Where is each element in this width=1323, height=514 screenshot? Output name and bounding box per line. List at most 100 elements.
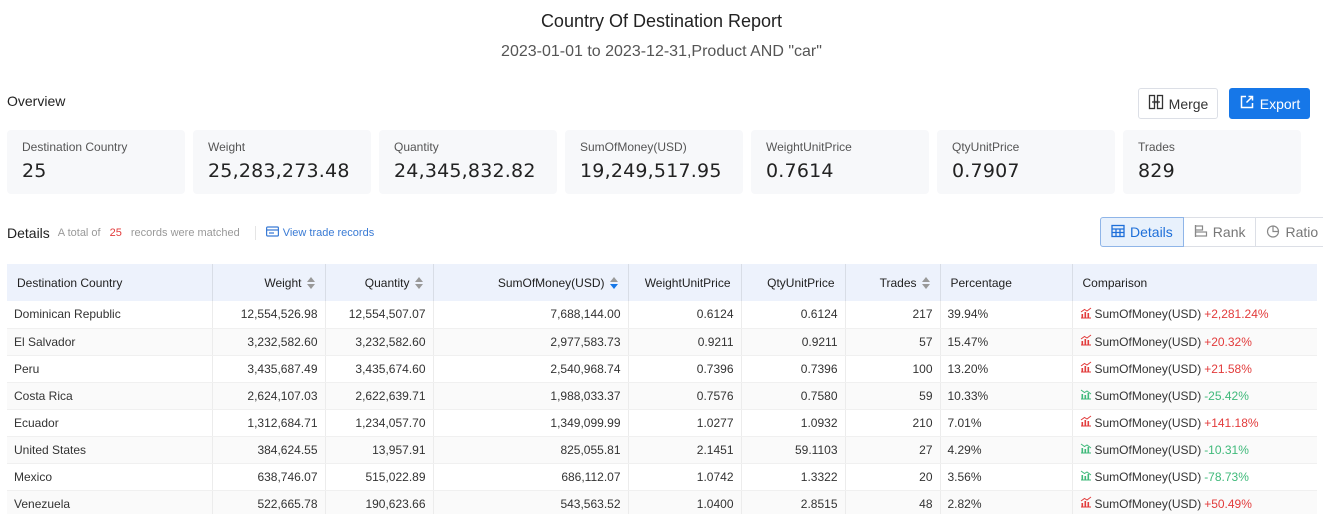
trend-up-chart-icon xyxy=(1080,307,1092,322)
cell-comparison: SumOfMoney(USD) +2,281.24% xyxy=(1072,301,1317,329)
cell-trades: 20 xyxy=(845,463,941,491)
cell-comparison: SumOfMoney(USD) -25.42% xyxy=(1072,382,1317,410)
cell-quantity: 3,435,674.60 xyxy=(325,355,434,383)
tab-details[interactable]: Details xyxy=(1100,217,1184,247)
cell-sum-of-money: 543,563.52 xyxy=(433,490,629,514)
view-tabs: Details Rank Ratio xyxy=(1100,217,1323,247)
details-table: Destination Country Weight Quantity SumO… xyxy=(7,264,1317,514)
col-header-trades[interactable]: Trades xyxy=(845,264,941,301)
divider xyxy=(254,226,256,240)
overview-cards: Destination Country 25 Weight 25,283,273… xyxy=(7,130,1301,194)
tab-ratio[interactable]: Ratio xyxy=(1255,217,1323,247)
sort-icon[interactable] xyxy=(306,277,315,290)
cell-qty-unit-price: 2.8515 xyxy=(741,490,846,514)
trend-down-chart-icon xyxy=(1080,442,1092,457)
sort-icon[interactable] xyxy=(609,277,618,290)
cell-weight-unit-price: 1.0400 xyxy=(628,490,742,514)
cell-qty-unit-price: 0.9211 xyxy=(741,328,846,356)
cell-trades: 27 xyxy=(845,436,941,464)
cell-trades: 57 xyxy=(845,328,941,356)
cell-percentage: 2.82% xyxy=(940,490,1073,514)
card-sum-of-money: SumOfMoney(USD) 19,249,517.95 xyxy=(565,130,743,194)
cell-weight-unit-price: 1.0742 xyxy=(628,463,742,491)
comparison-value: +2,281.24% xyxy=(1204,307,1269,322)
comparison-label: SumOfMoney(USD) xyxy=(1094,388,1202,403)
cell-percentage: 7.01% xyxy=(940,409,1073,437)
sort-icon[interactable] xyxy=(921,277,930,290)
trend-down-chart-icon xyxy=(1080,388,1092,403)
comparison-value: +50.49% xyxy=(1204,496,1252,511)
comparison-label: SumOfMoney(USD) xyxy=(1094,307,1202,322)
table-row[interactable]: Dominican Republic 12,554,526.98 12,554,50… xyxy=(7,301,1317,329)
cell-qty-unit-price: 59.1103 xyxy=(741,436,846,464)
cell-weight: 2,624,107.03 xyxy=(212,382,326,410)
card-value: 0.7614 xyxy=(766,160,834,182)
cell-qty-unit-price: 0.7580 xyxy=(741,382,846,410)
card-value: 24,345,832.82 xyxy=(394,160,536,182)
tab-rank[interactable]: Rank xyxy=(1182,217,1257,247)
view-trade-records-link[interactable]: View trade records xyxy=(265,225,374,241)
cell-comparison: SumOfMoney(USD) -78.73% xyxy=(1072,463,1317,491)
trend-up-chart-icon xyxy=(1080,361,1092,376)
comparison-value: -10.31% xyxy=(1204,442,1249,457)
cell-weight: 384,624.55 xyxy=(212,436,326,464)
trend-up-chart-icon xyxy=(1080,334,1092,349)
cell-quantity: 2,622,639.71 xyxy=(325,382,434,410)
cell-trades: 210 xyxy=(845,409,941,437)
details-heading: Details xyxy=(7,225,50,241)
cell-weight: 522,665.78 xyxy=(212,490,326,514)
comparison-value: -25.42% xyxy=(1204,388,1249,403)
cell-weight: 1,312,684.71 xyxy=(212,409,326,437)
table-row[interactable]: El Salvador 3,232,582.60 3,232,582.60 2,977… xyxy=(7,328,1317,356)
cell-percentage: 13.20% xyxy=(940,355,1073,383)
records-count: 25 xyxy=(109,227,122,239)
trend-up-chart-icon xyxy=(1080,415,1092,430)
cell-sum-of-money: 7,688,144.00 xyxy=(433,301,629,329)
table-icon xyxy=(1111,224,1125,241)
table-header-row: Destination Country Weight Quantity SumO… xyxy=(7,264,1317,301)
cell-comparison: SumOfMoney(USD) +21.58% xyxy=(1072,355,1317,383)
cell-qty-unit-price: 0.7396 xyxy=(741,355,846,383)
cell-weight-unit-price: 0.7396 xyxy=(628,355,742,383)
records-note-suffix: records were matched xyxy=(130,227,240,239)
table-row[interactable]: Peru 3,435,687.49 3,435,674.60 2,540,968.74… xyxy=(7,355,1317,383)
col-header-weight[interactable]: Weight xyxy=(212,264,326,301)
cell-comparison: SumOfMoney(USD) +20.32% xyxy=(1072,328,1317,356)
col-header-quantity[interactable]: Quantity xyxy=(325,264,434,301)
comparison-label: SumOfMoney(USD) xyxy=(1094,334,1202,349)
card-value: 19,249,517.95 xyxy=(580,160,722,182)
cell-weight-unit-price: 2.1451 xyxy=(628,436,742,464)
merge-button[interactable]: Merge xyxy=(1138,88,1218,119)
cell-quantity: 12,554,507.07 xyxy=(325,301,434,329)
cell-sum-of-money: 1,988,033.37 xyxy=(433,382,629,410)
table-row[interactable]: Costa Rica 2,624,107.03 2,622,639.71 1,988,… xyxy=(7,382,1317,410)
card-label: Weight xyxy=(208,140,246,154)
export-icon xyxy=(1239,94,1255,113)
col-header-sum-of-money[interactable]: SumOfMoney(USD) xyxy=(433,264,629,301)
tab-ratio-label: Ratio xyxy=(1285,224,1319,240)
cell-comparison: SumOfMoney(USD) -10.31% xyxy=(1072,436,1317,464)
cell-weight-unit-price: 0.9211 xyxy=(628,328,742,356)
card-label: Quantity xyxy=(394,140,439,154)
cell-quantity: 3,232,582.60 xyxy=(325,328,434,356)
table-row[interactable]: Venezuela 522,665.78 190,623.66 543,563.52 1… xyxy=(7,490,1317,514)
cell-quantity: 190,623.66 xyxy=(325,490,434,514)
table-row[interactable]: United States 384,624.55 13,957.91 825,055.… xyxy=(7,436,1317,464)
bar-rank-icon xyxy=(1194,224,1208,241)
comparison-value: +20.32% xyxy=(1204,334,1252,349)
card-qty-unit-price: QtyUnitPrice 0.7907 xyxy=(937,130,1115,194)
comparison-label: SumOfMoney(USD) xyxy=(1094,415,1202,430)
card-quantity: Quantity 24,345,832.82 xyxy=(379,130,557,194)
col-header-destination-country: Destination Country xyxy=(7,264,213,301)
table-row[interactable]: Mexico 638,746.07 515,022.89 686,112.07 1.07… xyxy=(7,463,1317,491)
cell-country: Mexico xyxy=(7,463,213,491)
records-note-prefix: A total of xyxy=(57,227,101,239)
cell-weight-unit-price: 0.6124 xyxy=(628,301,742,329)
cell-weight: 12,554,526.98 xyxy=(212,301,326,329)
cell-country: Venezuela xyxy=(7,490,213,514)
table-row[interactable]: Ecuador 1,312,684.71 1,234,057.70 1,349,099… xyxy=(7,409,1317,437)
sort-icon[interactable] xyxy=(414,277,423,290)
cell-country: Costa Rica xyxy=(7,382,213,410)
cell-country: El Salvador xyxy=(7,328,213,356)
export-button[interactable]: Export xyxy=(1229,88,1310,119)
